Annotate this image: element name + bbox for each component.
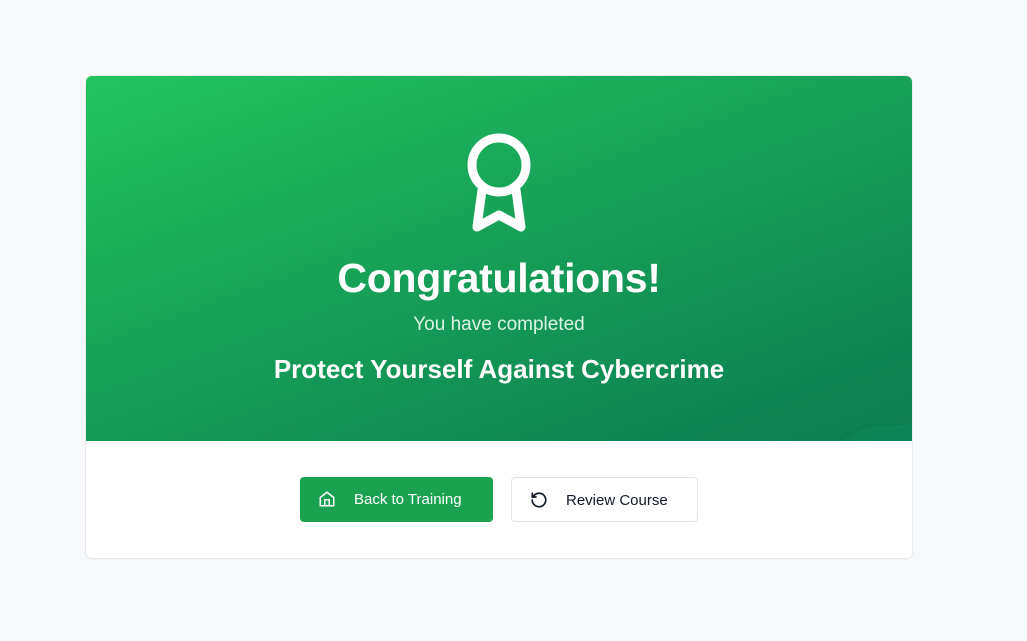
home-icon xyxy=(319,491,335,507)
award-icon xyxy=(467,133,531,232)
back-to-training-button[interactable]: Back to Training xyxy=(300,477,493,522)
review-course-label: Review Course xyxy=(566,492,668,509)
back-to-training-label: Back to Training xyxy=(354,491,462,508)
action-buttons: Back to Training Review Course xyxy=(86,477,912,522)
congratulations-heading: Congratulations! xyxy=(337,255,661,301)
page: Congratulations! You have completed Prot… xyxy=(0,0,1027,641)
course-title: Protect Yourself Against Cybercrime xyxy=(273,354,725,384)
completion-card: Congratulations! You have completed Prot… xyxy=(86,76,912,558)
decorative-wave xyxy=(842,425,912,441)
completion-subtitle: You have completed xyxy=(413,314,585,335)
rotate-ccw-icon xyxy=(531,492,547,508)
completion-banner: Congratulations! You have completed Prot… xyxy=(86,76,912,441)
review-course-button[interactable]: Review Course xyxy=(511,477,698,522)
